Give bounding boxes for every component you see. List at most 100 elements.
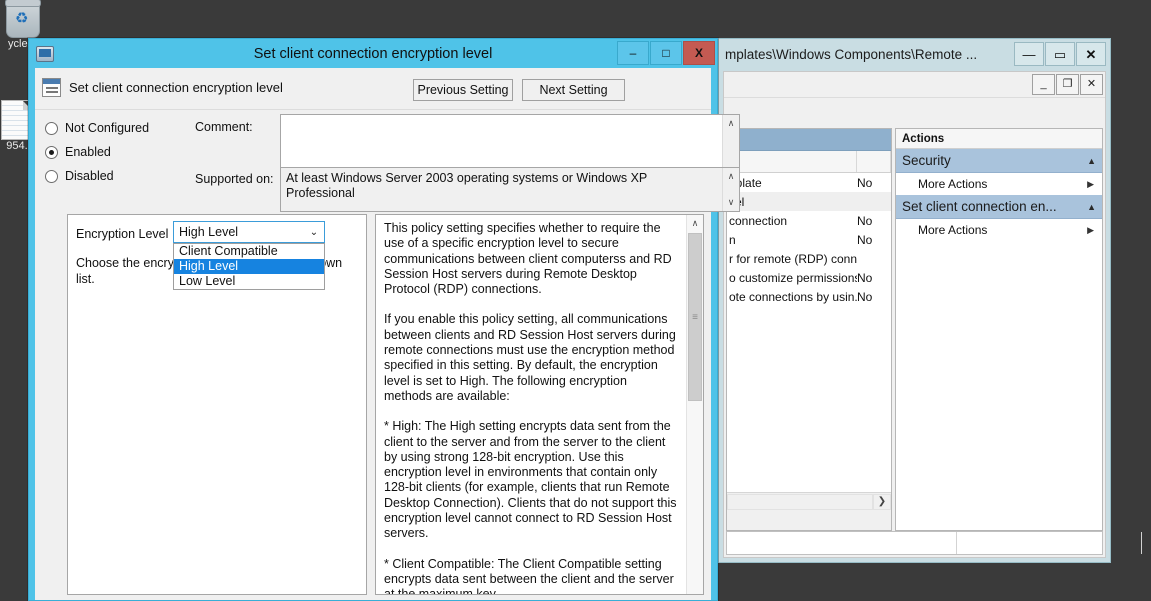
mdi-child-titlebar: _ ❐ ✕ <box>724 72 1105 98</box>
previous-setting-button[interactable]: Previous Setting <box>413 79 513 101</box>
radio-indicator[interactable] <box>45 146 58 159</box>
mdi-close-button[interactable]: ✕ <box>1080 74 1103 95</box>
list-selection-band <box>727 129 891 151</box>
chevron-down-icon[interactable]: ⌄ <box>304 227 324 238</box>
row-name: n <box>729 233 857 247</box>
next-setting-button[interactable]: Next Setting <box>522 79 625 101</box>
supported-on-textarea[interactable]: At least Windows Server 2003 operating s… <box>280 167 740 212</box>
setting-name: Set client connection encryption level <box>69 80 283 95</box>
radio-indicator[interactable] <box>45 122 58 135</box>
table-row[interactable]: connection No <box>727 211 891 230</box>
row-name: ote connections by usin... <box>729 290 857 304</box>
dropdown-option-client-compatible[interactable]: Client Compatible <box>174 244 324 259</box>
row-state: No <box>857 176 891 190</box>
gpo-editor-window-buttons: — ▭ ✕ <box>1013 42 1106 66</box>
minimize-button[interactable]: — <box>1014 42 1044 66</box>
options-panel: Encryption Level High Level ⌄ Client Com… <box>67 214 367 595</box>
scroll-up-icon[interactable]: ∧ <box>687 215 703 232</box>
comment-label: Comment: <box>195 120 253 134</box>
actions-group-security[interactable]: Security ▲ <box>896 149 1102 173</box>
supported-scrollbar[interactable]: ∧ ∨ <box>722 168 739 211</box>
maximize-button[interactable]: ▭ <box>1045 42 1075 66</box>
policy-list-pane[interactable]: nplate No vel connection No n <box>726 128 892 531</box>
encryption-level-dropdown-list[interactable]: Client Compatible High Level Low Level <box>173 243 325 290</box>
horizontal-scrollbar[interactable]: ❯ <box>727 492 891 510</box>
table-row[interactable]: r for remote (RDP) conn... <box>727 249 891 268</box>
action-label: More Actions <box>918 223 1087 237</box>
policy-list-rows: nplate No vel connection No n <box>727 173 891 492</box>
column-header-setting[interactable] <box>727 151 857 172</box>
gpo-editor-window[interactable]: mplates\Windows Components\Remote ... — … <box>718 38 1111 563</box>
row-state: No <box>857 290 891 304</box>
table-row[interactable]: o customize permissions No <box>727 268 891 287</box>
radio-label: Enabled <box>65 145 111 159</box>
close-button[interactable]: ✕ <box>1076 42 1106 66</box>
chevron-right-icon: ▶ <box>1087 179 1094 190</box>
dialog-window-buttons: – □ X <box>616 41 715 65</box>
scroll-down-icon[interactable]: ∨ <box>723 194 739 211</box>
close-button[interactable]: X <box>683 41 715 65</box>
gpo-editor-title: mplates\Windows Components\Remote ... <box>719 47 977 62</box>
actions-pane-header: Actions <box>896 129 1102 149</box>
list-column-header[interactable] <box>727 151 891 173</box>
table-row[interactable]: n No <box>727 230 891 249</box>
recycle-bin-icon: ♻ <box>6 2 40 38</box>
gpo-editor-body: _ ❐ ✕ nplate No <box>723 71 1106 558</box>
status-bar <box>726 531 1103 555</box>
supported-on-value: At least Windows Server 2003 operating s… <box>281 168 722 211</box>
dialog-header: Set client connection encryption level P… <box>35 68 711 110</box>
table-row[interactable]: vel <box>727 192 891 211</box>
mdi-restore-button[interactable]: ❐ <box>1056 74 1079 95</box>
help-scrollbar[interactable]: ∧ ≡ <box>686 215 703 594</box>
gpo-editor-titlebar[interactable]: mplates\Windows Components\Remote ... — … <box>719 39 1110 70</box>
row-state: No <box>857 271 891 285</box>
actions-pane[interactable]: Actions Security ▲ More Actions ▶ Set cl… <box>895 128 1103 531</box>
scrollbar-track[interactable] <box>727 494 873 510</box>
setting-icon <box>42 78 61 97</box>
column-header-state[interactable] <box>857 151 891 172</box>
policy-setting-dialog[interactable]: Set client connection encryption level –… <box>28 38 718 601</box>
status-pane-2 <box>957 532 1142 554</box>
encryption-level-combobox[interactable]: High Level ⌄ <box>173 221 325 243</box>
list-tab-strip <box>727 510 891 530</box>
table-row[interactable]: ote connections by usin... No <box>727 287 891 306</box>
radio-indicator[interactable] <box>45 170 58 183</box>
radio-enabled[interactable]: Enabled <box>45 145 111 159</box>
dialog-titlebar[interactable]: Set client connection encryption level –… <box>29 39 717 68</box>
row-name: r for remote (RDP) conn... <box>729 252 857 266</box>
row-state: No <box>857 233 891 247</box>
help-panel[interactable]: This policy setting specifies whether to… <box>375 214 704 595</box>
toolbar[interactable] <box>724 98 1105 124</box>
radio-label: Disabled <box>65 169 114 183</box>
row-state: No <box>857 214 891 228</box>
help-paragraph: This policy setting specifies whether to… <box>384 221 678 297</box>
desktop-background: ♻ ycle B 954. mplates\Windows Components… <box>0 0 1151 601</box>
action-more-actions[interactable]: More Actions ▶ <box>896 173 1102 195</box>
table-row[interactable]: nplate No <box>727 173 891 192</box>
row-name: nplate <box>729 176 857 190</box>
dialog-title: Set client connection encryption level <box>29 46 717 62</box>
dropdown-option-low-level[interactable]: Low Level <box>174 274 324 289</box>
maximize-button[interactable]: □ <box>650 41 682 65</box>
scroll-up-icon[interactable]: ∧ <box>723 115 739 132</box>
supported-on-label: Supported on: <box>195 172 274 186</box>
chevron-up-icon[interactable]: ▲ <box>1087 202 1096 212</box>
actions-group-title: Security <box>902 153 1087 168</box>
actions-group-setting[interactable]: Set client connection en... ▲ <box>896 195 1102 219</box>
mdi-minimize-button[interactable]: _ <box>1032 74 1055 95</box>
chevron-up-icon[interactable]: ▲ <box>1087 156 1096 166</box>
help-paragraph: * Client Compatible: The Client Compatib… <box>384 557 678 594</box>
encryption-level-label: Encryption Level <box>76 227 168 241</box>
content-panes: nplate No vel connection No n <box>726 128 1103 531</box>
action-more-actions[interactable]: More Actions ▶ <box>896 219 1102 241</box>
radio-not-configured[interactable]: Not Configured <box>45 121 149 135</box>
scroll-up-icon[interactable]: ∧ <box>723 168 739 185</box>
scroll-right-icon[interactable]: ❯ <box>873 494 891 510</box>
help-paragraph: * High: The High setting encrypts data s… <box>384 419 678 541</box>
dialog-body: Set client connection encryption level P… <box>35 68 711 600</box>
minimize-button[interactable]: – <box>617 41 649 65</box>
radio-disabled[interactable]: Disabled <box>45 169 114 183</box>
scrollbar-thumb[interactable]: ≡ <box>688 233 702 401</box>
help-text: This policy setting specifies whether to… <box>376 215 686 594</box>
dropdown-option-high-level[interactable]: High Level <box>174 259 324 274</box>
